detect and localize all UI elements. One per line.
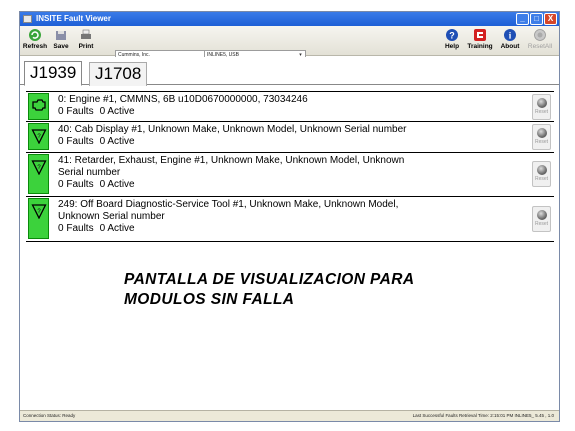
active-count: 0 Active [99,106,135,117]
status-bar: Connection Status: Ready Last Successful… [20,410,559,421]
status-indicator: ? [28,198,49,239]
title-bar[interactable]: INSITE Fault Viewer _ □ X [20,12,559,26]
status-indicator: ? [28,154,49,194]
module-row[interactable]: ? 249: Off Board Diagnostic-Service Tool… [26,197,554,242]
fault-counts: 0 Faults 0 Active [58,106,554,118]
protocol-tabs: J1939 J1708 [20,57,559,86]
reset-knob-icon [536,165,547,175]
info-icon: i [504,29,516,41]
module-info: 0: Engine #1, CMMNS, 6B u10D0670000000, … [58,92,554,118]
module-description: 0: Engine #1, CMMNS, 6B u10D0670000000, … [58,94,308,105]
reset-knob-icon [536,98,547,108]
overlay-caption: PANTALLA DE VISUALIZACION PARA MODULOS S… [124,270,414,310]
reset-button[interactable]: Reset [532,124,551,150]
module-description-cont: Serial number [58,167,121,178]
training-button[interactable]: Training [465,27,495,55]
fault-count: 0 Faults [58,223,94,234]
close-button[interactable]: X [544,13,557,25]
tab-j1939[interactable]: J1939 [24,61,83,86]
warning-triangle-icon: ? [30,129,47,144]
last-retrieval-time: Last Successful Faults Retrieval Time: 2… [412,413,554,418]
reset-icon [534,29,546,41]
module-list: 0: Engine #1, CMMNS, 6B u10D0670000000, … [26,91,554,242]
reset-button[interactable]: Reset [532,206,551,232]
active-count: 0 Active [99,136,135,147]
module-info: 249: Off Board Diagnostic-Service Tool #… [58,197,554,235]
module-row[interactable]: ? 41: Retarder, Exhaust, Engine #1, Unkn… [26,153,554,197]
fault-count: 0 Faults [58,106,94,117]
module-row[interactable]: 0: Engine #1, CMMNS, 6B u10D0670000000, … [26,91,554,122]
active-count: 0 Active [99,179,135,190]
print-button[interactable]: Print [73,27,99,55]
reset-knob-icon [536,128,547,138]
save-button[interactable]: Save [48,27,74,55]
tab-j1708[interactable]: J1708 [89,62,148,86]
svg-text:?: ? [449,31,455,41]
reset-button[interactable]: Reset [532,161,551,187]
status-indicator: ? [28,123,49,150]
about-button[interactable]: i About [497,27,523,55]
training-icon [474,29,486,41]
maximize-button[interactable]: □ [530,13,543,25]
toolbar: Refresh Save Print Cummins, Inc. ▾ INLIN… [20,26,559,61]
help-button[interactable]: ? Help [439,27,465,55]
printer-icon [81,29,91,39]
refresh-button[interactable]: Refresh [22,27,48,55]
warning-triangle-icon: ? [30,160,47,175]
active-count: 0 Active [99,223,135,234]
fault-counts: 0 Faults 0 Active [58,136,554,148]
save-icon [56,31,66,40]
reset-button[interactable]: Reset [532,94,551,120]
fault-counts: 0 Faults 0 Active [58,179,554,191]
window-title: INSITE Fault Viewer [36,14,111,23]
module-description-cont: Unknown Serial number [58,211,165,222]
connection-status: Connection Status: Ready [23,413,76,418]
fault-counts: 0 Faults 0 Active [58,223,554,235]
module-description: 41: Retarder, Exhaust, Engine #1, Unknow… [58,155,405,166]
status-indicator [28,93,49,120]
window-controls: _ □ X [516,13,557,25]
warning-triangle-icon: ? [30,204,47,219]
refresh-icon [29,29,41,41]
fault-viewer-window: INSITE Fault Viewer _ □ X Refresh Save P… [19,11,560,422]
caption-line-1: PANTALLA DE VISUALIZACION PARA [124,271,415,288]
app-icon [23,15,32,23]
module-row[interactable]: ? 40: Cab Display #1, Unknown Make, Unkn… [26,122,554,153]
help-icon: ? [446,29,458,41]
reset-knob-icon [536,210,547,220]
module-info: 40: Cab Display #1, Unknown Make, Unknow… [58,122,554,148]
fault-count: 0 Faults [58,136,94,147]
reset-all-button[interactable]: ResetAll [525,27,555,55]
module-info: 41: Retarder, Exhaust, Engine #1, Unknow… [58,153,554,191]
caption-line-2: MODULOS SIN FALLA [124,291,295,308]
fault-count: 0 Faults [58,179,94,190]
engine-icon [31,99,46,111]
module-description: 249: Off Board Diagnostic-Service Tool #… [58,199,399,210]
minimize-button[interactable]: _ [516,13,529,25]
module-description: 40: Cab Display #1, Unknown Make, Unknow… [58,124,407,135]
